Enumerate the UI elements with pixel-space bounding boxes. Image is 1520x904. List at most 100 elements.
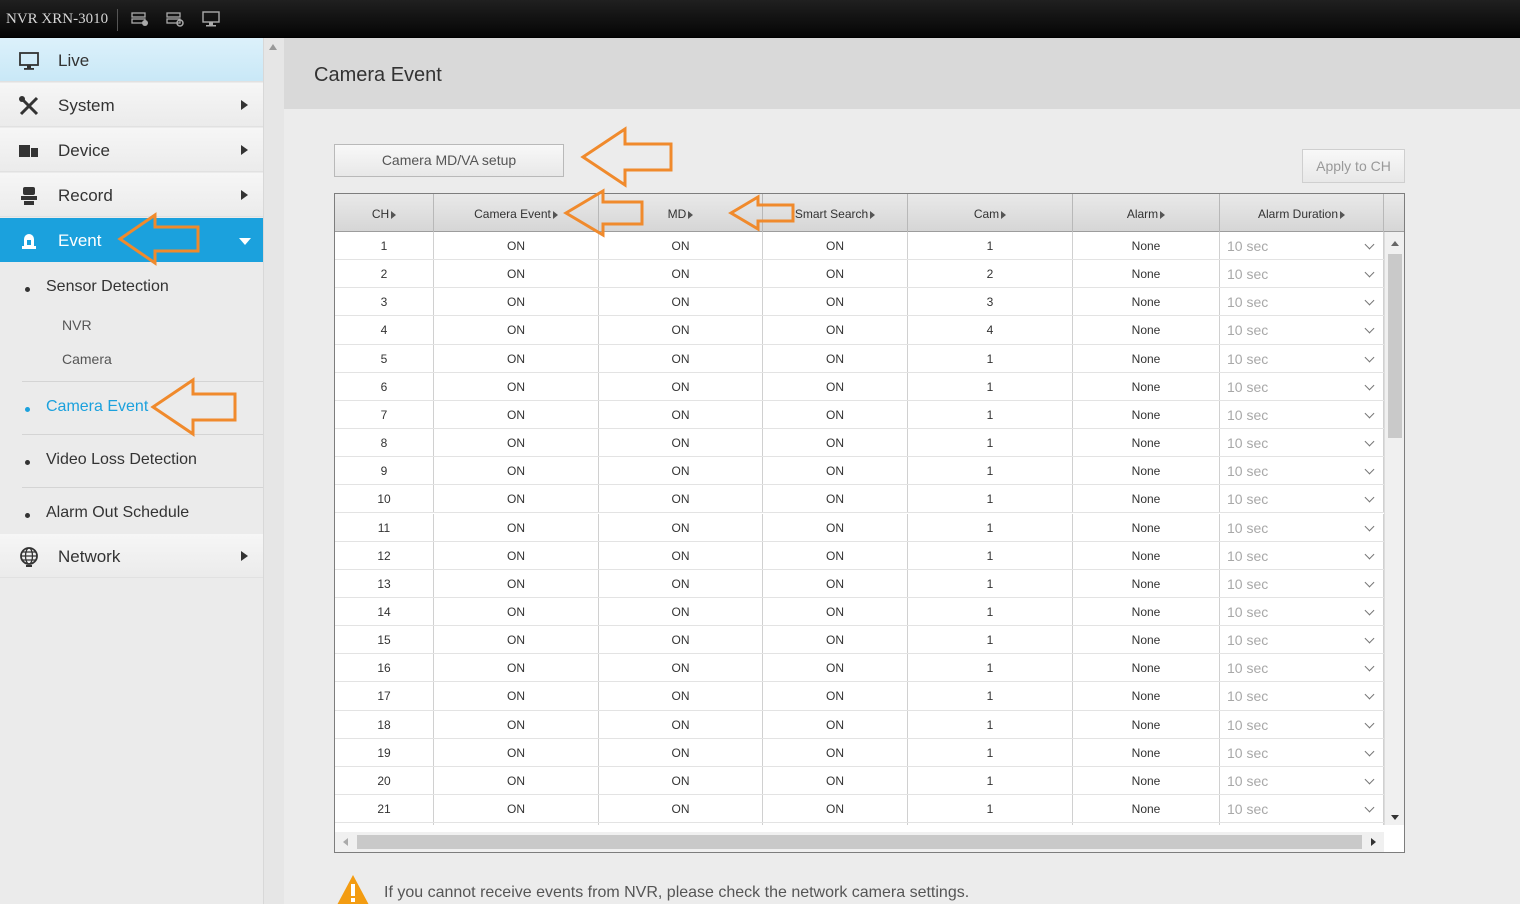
table-row[interactable]: 20 ON ON ON 1 None 10 sec (335, 766, 1384, 795)
submenu-camera[interactable]: Camera (62, 351, 112, 367)
cell-value: ON (826, 773, 844, 788)
nvr-app: NVR XRN-3010 Live System Device Record E… (0, 0, 1520, 904)
table-row[interactable]: 13 ON ON ON 1 None 10 sec (335, 569, 1384, 598)
table-row[interactable]: 14 ON ON ON 1 None 10 sec (335, 597, 1384, 627)
alarm-duration-select[interactable]: 10 sec (1220, 429, 1384, 457)
menu-item-record[interactable]: Record (0, 173, 263, 217)
table-row[interactable]: 16 ON ON ON 1 None 10 sec (335, 654, 1384, 683)
column-header-alarm[interactable]: Alarm (1073, 194, 1220, 232)
cell-md: ON (599, 288, 763, 316)
alarm-duration-select[interactable]: 10 sec (1220, 710, 1384, 738)
alarm-duration-select[interactable]: 10 sec (1220, 288, 1384, 316)
table-row[interactable]: 9 ON ON ON 1 None 10 sec (335, 457, 1384, 486)
alarm-duration-select[interactable]: 10 sec (1220, 513, 1384, 541)
scroll-down-icon[interactable] (1391, 815, 1399, 820)
table-row[interactable]: 2 ON ON ON 2 None 10 sec (335, 260, 1384, 289)
cell-value: None (1131, 492, 1161, 507)
server-alert-icon[interactable] (131, 11, 149, 27)
table-row[interactable]: 4 ON ON ON 4 None 10 sec (335, 316, 1384, 345)
menu-item-system[interactable]: System (0, 83, 263, 127)
cell-md: ON (599, 457, 763, 485)
alarm-duration-select[interactable]: 10 sec (1220, 372, 1384, 400)
alarm-duration-select[interactable]: 10 sec (1220, 766, 1384, 794)
submenu-alarm-out-schedule[interactable]: Alarm Out Schedule (0, 504, 263, 528)
alarm-duration-select[interactable]: 10 sec (1220, 316, 1384, 344)
cell-cam: 2 (908, 260, 1073, 288)
cell-cam: 1 (908, 344, 1073, 372)
alarm-duration-select[interactable]: 10 sec (1220, 795, 1384, 823)
scroll-right-icon[interactable] (1371, 838, 1376, 846)
cell-value: 1 (986, 239, 994, 253)
table-row[interactable]: 18 ON ON ON 1 None 10 sec (335, 710, 1384, 739)
table-row[interactable]: 1 ON ON ON 1 None 10 sec (335, 232, 1384, 261)
column-header-ch[interactable]: CH (335, 194, 434, 232)
chevron-down-icon (1364, 661, 1375, 672)
table-row[interactable]: 3 ON ON ON 3 None 10 sec (335, 288, 1384, 317)
alarm-duration-select[interactable]: 10 sec (1220, 541, 1384, 569)
menu-item-device[interactable]: Device (0, 128, 263, 172)
table-row[interactable]: 17 ON ON ON 1 None 10 sec (335, 682, 1384, 711)
scroll-thumb[interactable] (357, 835, 1362, 849)
horizontal-scrollbar[interactable] (335, 832, 1384, 852)
cell-value: 10 sec (1227, 350, 1269, 367)
column-header-alarm-duration[interactable]: Alarm Duration (1220, 194, 1384, 232)
table-row[interactable]: 7 ON ON ON 1 None 10 sec (335, 400, 1384, 430)
cell-value: ON (507, 576, 525, 591)
menu-item-network[interactable]: Network (0, 534, 263, 578)
cell-value: ON (826, 464, 844, 479)
scroll-up-icon[interactable] (269, 44, 277, 50)
alarm-duration-select[interactable]: 10 sec (1220, 597, 1384, 626)
cell-camera-event: ON (434, 682, 599, 710)
alarm-duration-select[interactable]: 10 sec (1220, 682, 1384, 710)
scroll-left-icon[interactable] (343, 838, 348, 846)
table-row[interactable]: 21 ON ON ON 1 None 10 sec (335, 795, 1384, 824)
alarm-duration-select[interactable]: 10 sec (1220, 738, 1384, 766)
table-row[interactable]: 10 ON ON ON 1 None 10 sec (335, 485, 1384, 514)
table-row[interactable]: 6 ON ON ON 1 None 10 sec (335, 372, 1384, 401)
alarm-duration-select[interactable]: 10 sec (1220, 485, 1384, 513)
cell-value: ON (671, 407, 690, 422)
cell-smart-search: ON (763, 738, 908, 766)
chevron-down-icon (1364, 718, 1375, 728)
cell-value: ON (671, 267, 690, 282)
apply-to-ch-button[interactable]: Apply to CH (1302, 149, 1405, 183)
cell-camera-event: ON (434, 795, 599, 823)
menu-item-live[interactable]: Live (0, 38, 263, 82)
table-row[interactable]: 15 ON ON ON 1 None 10 sec (335, 626, 1384, 655)
warning-text: If you cannot receive events from NVR, p… (384, 884, 970, 901)
annotation-arrow-icon (117, 212, 200, 266)
server-settings-icon[interactable] (166, 11, 184, 27)
cell-md: ON (599, 400, 763, 429)
alarm-duration-select[interactable]: 10 sec (1220, 344, 1384, 372)
cell-value: ON (507, 267, 525, 282)
alarm-duration-select[interactable]: 10 sec (1220, 457, 1384, 485)
column-header-label: Alarm (1126, 207, 1159, 221)
submenu-video-loss-detection[interactable]: Video Loss Detection (0, 451, 263, 475)
alarm-duration-select[interactable]: 10 sec (1220, 400, 1384, 429)
alarm-duration-select[interactable]: 10 sec (1220, 626, 1384, 654)
cell-alarm: None (1073, 710, 1220, 738)
cell-cam: 1 (908, 710, 1073, 738)
scroll-up-icon[interactable] (1391, 241, 1399, 246)
camera-md-va-setup-button[interactable]: Camera MD/VA setup (334, 144, 564, 177)
cell-cam: 1 (908, 569, 1073, 597)
cell-value: 1 (986, 407, 994, 422)
monitor-icon[interactable] (202, 11, 220, 27)
cell-value: None (1131, 379, 1161, 394)
submenu-sensor-detection[interactable]: Sensor Detection (0, 278, 263, 302)
alarm-duration-select[interactable]: 10 sec (1220, 232, 1384, 260)
vertical-scrollbar[interactable] (1384, 232, 1404, 825)
cell-value: ON (507, 323, 525, 338)
submenu-nvr[interactable]: NVR (62, 317, 92, 333)
alarm-duration-select[interactable]: 10 sec (1220, 569, 1384, 597)
sidebar-scrollbar[interactable] (263, 38, 284, 904)
table-row[interactable]: 19 ON ON ON 1 None 10 sec (335, 738, 1384, 767)
alarm-duration-select[interactable]: 10 sec (1220, 260, 1384, 288)
table-row[interactable]: 5 ON ON ON 1 None 10 sec (335, 344, 1384, 373)
column-header-cam[interactable]: Cam (908, 194, 1073, 232)
table-row[interactable]: 11 ON ON ON 1 None 10 sec (335, 513, 1384, 542)
scroll-thumb[interactable] (1388, 254, 1402, 438)
table-row[interactable]: 12 ON ON ON 1 None 10 sec (335, 541, 1384, 570)
alarm-duration-select[interactable]: 10 sec (1220, 654, 1384, 682)
table-row[interactable]: 8 ON ON ON 1 None 10 sec (335, 429, 1384, 458)
